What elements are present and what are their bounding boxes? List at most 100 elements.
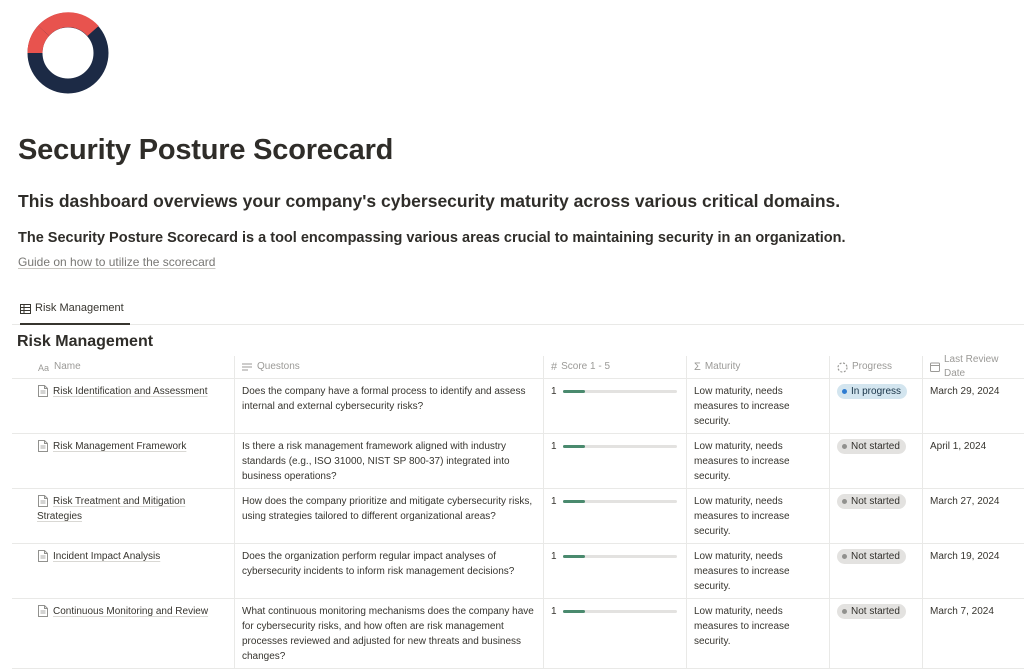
row-review-date[interactable]: March 27, 2024 — [923, 489, 1024, 543]
number-property-icon: # — [551, 361, 558, 373]
row-progress-cell[interactable]: Not started — [830, 434, 923, 488]
score-progress-bar — [562, 445, 677, 448]
table-row[interactable]: Risk Identification and Assessment Does … — [12, 379, 1024, 434]
column-header-maturity[interactable]: Σ Maturity — [687, 356, 830, 378]
score-progress-fill — [562, 555, 586, 558]
row-review-date[interactable]: March 19, 2024 — [923, 544, 1024, 598]
risk-management-table: Aa Name Questons # Score 1 - 5 Σ Maturit… — [12, 354, 1024, 669]
row-maturity: Low maturity, needs measures to increase… — [687, 599, 830, 668]
row-score-cell[interactable]: 1 — [544, 379, 687, 433]
status-label: Not started — [851, 441, 900, 452]
table-icon — [20, 304, 31, 314]
tab-risk-management[interactable]: Risk Management — [20, 302, 130, 325]
table-row[interactable]: Risk Management Framework Is there a ris… — [12, 434, 1024, 489]
calendar-property-icon — [930, 362, 940, 372]
row-maturity: Low maturity, needs measures to increase… — [687, 379, 830, 433]
row-review-date[interactable]: March 7, 2024 — [923, 599, 1024, 668]
status-dot-icon — [842, 389, 847, 394]
page-logo — [25, 10, 111, 96]
row-name-cell[interactable]: Risk Treatment and Mitigation Strategies — [12, 489, 235, 543]
row-name[interactable]: Risk Treatment and Mitigation Strategies — [37, 496, 185, 522]
row-review-date[interactable]: April 1, 2024 — [923, 434, 1024, 488]
formula-property-icon: Σ — [694, 361, 701, 373]
row-question[interactable]: Does the company have a formal process t… — [235, 379, 544, 433]
row-name[interactable]: Incident Impact Analysis — [37, 551, 160, 562]
row-name-cell[interactable]: Risk Identification and Assessment — [12, 379, 235, 433]
lines-property-icon — [242, 363, 252, 370]
score-progress-fill — [562, 610, 586, 613]
row-name-cell[interactable]: Continuous Monitoring and Review — [12, 599, 235, 668]
status-badge[interactable]: Not started — [837, 549, 906, 564]
row-name-cell[interactable]: Incident Impact Analysis — [12, 544, 235, 598]
row-progress-cell[interactable]: Not started — [830, 544, 923, 598]
status-badge[interactable]: In progress — [837, 384, 908, 399]
row-question[interactable]: Does the organization perform regular im… — [235, 544, 544, 598]
column-header-progress[interactable]: Progress — [830, 356, 923, 378]
page-icon — [38, 550, 48, 562]
guide-link[interactable]: Guide on how to utilize the scorecard — [18, 255, 215, 269]
row-question[interactable]: What continuous monitoring mechanisms do… — [235, 599, 544, 668]
row-review-date[interactable]: March 29, 2024 — [923, 379, 1024, 433]
row-score-cell[interactable]: 1 — [544, 544, 687, 598]
row-name[interactable]: Risk Management Framework — [37, 441, 186, 452]
page-icon — [38, 495, 48, 507]
score-progress-bar — [562, 555, 677, 558]
text-property-icon: Aa — [38, 363, 49, 372]
score-progress-fill — [562, 500, 586, 503]
row-progress-cell[interactable]: In progress — [830, 379, 923, 433]
row-score: 1 — [551, 606, 557, 617]
row-score: 1 — [551, 496, 557, 507]
section-title: Risk Management — [17, 333, 154, 350]
column-header-score[interactable]: # Score 1 - 5 — [544, 356, 687, 378]
page-icon — [38, 385, 48, 397]
score-progress-bar — [562, 390, 677, 393]
ring-logo-icon — [27, 12, 109, 94]
row-score-cell[interactable]: 1 — [544, 599, 687, 668]
score-progress-fill — [562, 390, 586, 393]
column-header-name[interactable]: Aa Name — [12, 356, 235, 378]
logo-ring-accent-left — [27, 25, 50, 54]
row-name-cell[interactable]: Risk Management Framework — [12, 434, 235, 488]
status-label: In progress — [851, 386, 902, 397]
row-score-cell[interactable]: 1 — [544, 489, 687, 543]
status-property-icon — [837, 361, 848, 373]
table-row[interactable]: Incident Impact Analysis Does the organi… — [12, 544, 1024, 599]
row-score-cell[interactable]: 1 — [544, 434, 687, 488]
status-badge[interactable]: Not started — [837, 494, 906, 509]
status-label: Not started — [851, 496, 900, 507]
status-badge[interactable]: Not started — [837, 604, 906, 619]
status-badge[interactable]: Not started — [837, 439, 906, 454]
row-question[interactable]: How does the company prioritize and miti… — [235, 489, 544, 543]
row-question[interactable]: Is there a risk management framework ali… — [235, 434, 544, 488]
svg-text:Aa: Aa — [38, 363, 49, 372]
row-maturity: Low maturity, needs measures to increase… — [687, 434, 830, 488]
status-dot-icon — [842, 554, 847, 559]
page-icon — [38, 605, 48, 617]
column-header-last-review[interactable]: Last Review Date — [923, 354, 1024, 379]
status-label: Not started — [851, 551, 900, 562]
row-name[interactable]: Risk Identification and Assessment — [37, 386, 208, 397]
table-header: Aa Name Questons # Score 1 - 5 Σ Maturit… — [12, 354, 1024, 379]
status-dot-icon — [842, 444, 847, 449]
column-header-questions[interactable]: Questons — [235, 356, 544, 378]
score-progress-fill — [562, 445, 586, 448]
status-label: Not started — [851, 606, 900, 617]
row-score: 1 — [551, 551, 557, 562]
table-row[interactable]: Continuous Monitoring and Review What co… — [12, 599, 1024, 669]
page-subtitle: This dashboard overviews your company's … — [18, 191, 841, 211]
status-dot-icon — [842, 499, 847, 504]
page-description: The Security Posture Scorecard is a tool… — [18, 230, 846, 246]
table-body: Risk Identification and Assessment Does … — [12, 379, 1024, 669]
row-maturity: Low maturity, needs measures to increase… — [687, 544, 830, 598]
tab-label: Risk Management — [35, 302, 124, 314]
row-score: 1 — [551, 386, 557, 397]
row-progress-cell[interactable]: Not started — [830, 489, 923, 543]
logo-ring-accent — [38, 12, 99, 37]
row-progress-cell[interactable]: Not started — [830, 599, 923, 668]
row-maturity: Low maturity, needs measures to increase… — [687, 489, 830, 543]
table-row[interactable]: Risk Treatment and Mitigation Strategies… — [12, 489, 1024, 544]
score-progress-bar — [562, 500, 677, 503]
page-title: Security Posture Scorecard — [18, 134, 394, 166]
page-icon — [38, 440, 48, 452]
row-name[interactable]: Continuous Monitoring and Review — [37, 606, 208, 617]
